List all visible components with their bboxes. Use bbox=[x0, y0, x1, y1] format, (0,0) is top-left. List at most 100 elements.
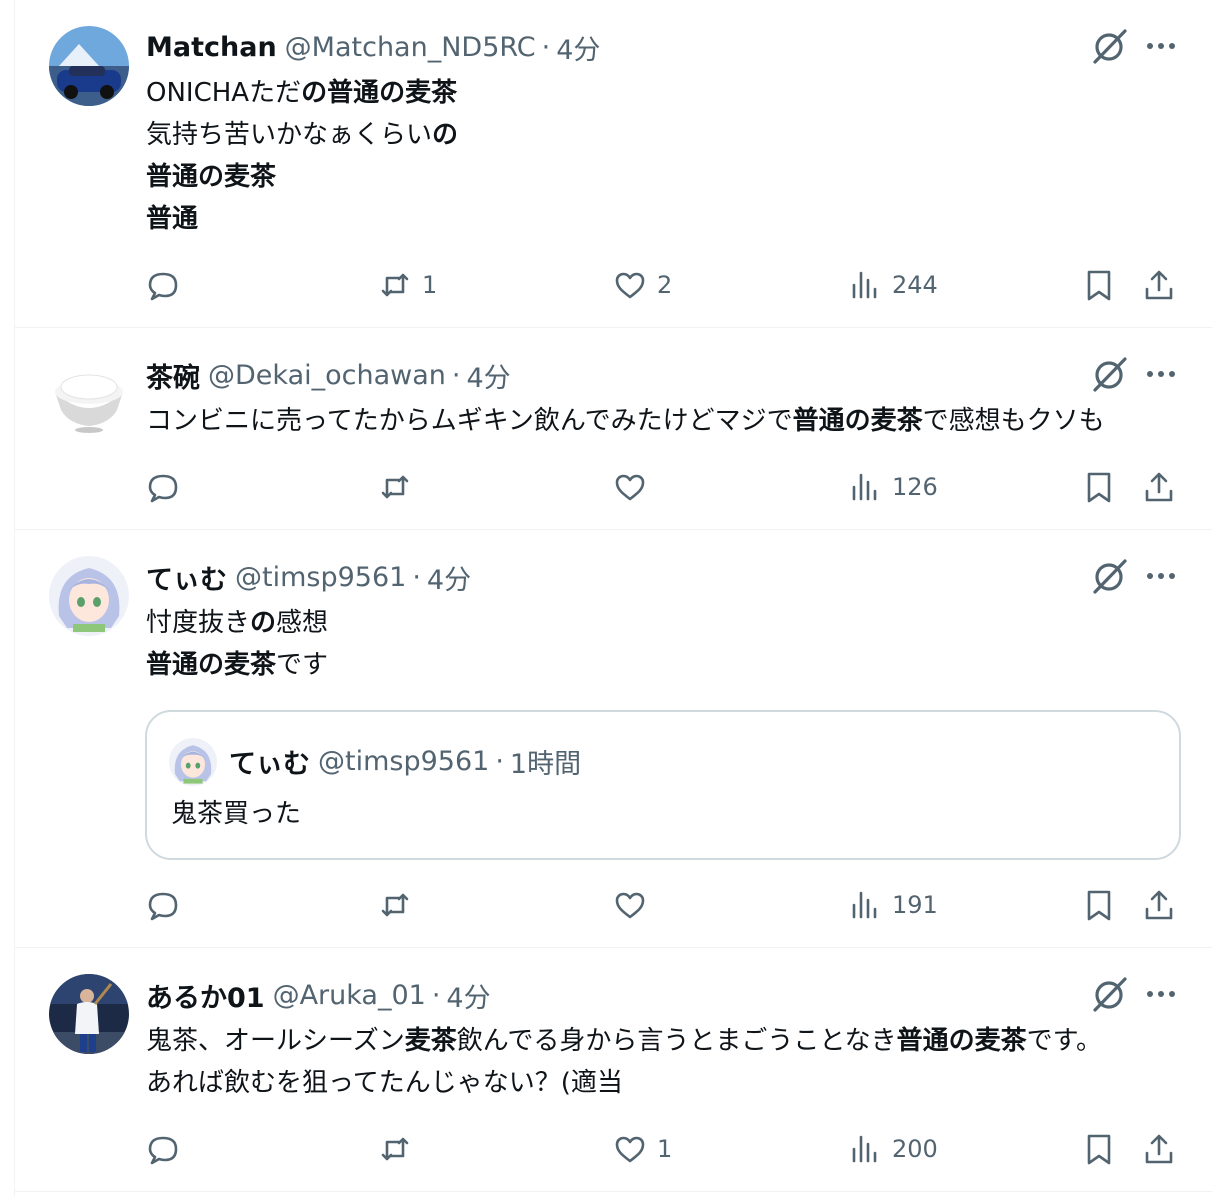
reply-button[interactable] bbox=[146, 1129, 180, 1169]
like-button[interactable]: 1 bbox=[613, 1129, 672, 1169]
tweet[interactable]: 茶碗 @Dekai_ochawan · 4分 コンビニに売ってたからムギキン飲ん… bbox=[15, 328, 1212, 530]
views-button[interactable]: 126 bbox=[848, 467, 938, 507]
separator-dot: · bbox=[541, 31, 551, 63]
share-button[interactable] bbox=[1142, 265, 1176, 305]
timestamp: 1時間 bbox=[509, 748, 582, 780]
share-icon bbox=[1145, 1134, 1173, 1164]
timestamp[interactable]: 4分 bbox=[427, 558, 471, 597]
share-icon bbox=[1145, 472, 1173, 502]
user-handle[interactable]: @Aruka_01 bbox=[273, 980, 426, 1011]
bookmark-icon bbox=[1087, 1134, 1111, 1165]
grok-icon[interactable] bbox=[1089, 556, 1129, 596]
avatar[interactable] bbox=[49, 974, 129, 1054]
user-handle[interactable]: @Dekai_ochawan bbox=[208, 360, 446, 391]
tweet[interactable]: あるか01 @Aruka_01 · 4分 鬼茶、オールシーズン麦茶飲んでる身から… bbox=[15, 948, 1212, 1192]
reply-button[interactable] bbox=[146, 467, 180, 507]
more-icon[interactable] bbox=[1143, 558, 1179, 594]
share-button[interactable] bbox=[1142, 467, 1176, 507]
retweet-button[interactable] bbox=[378, 1129, 412, 1169]
like-button[interactable] bbox=[613, 467, 647, 507]
like-button[interactable]: 2 bbox=[613, 265, 672, 305]
display-name[interactable]: てぃむ bbox=[146, 558, 227, 597]
views-icon bbox=[852, 473, 877, 501]
like-button[interactable] bbox=[613, 885, 647, 925]
bookmark-icon bbox=[1087, 270, 1111, 301]
bookmark-button[interactable] bbox=[1082, 265, 1116, 305]
display-name[interactable]: Matchan bbox=[146, 32, 277, 63]
bookmark-icon bbox=[1087, 472, 1111, 503]
display-name: てぃむ bbox=[229, 748, 310, 780]
tweet-line: 気持ち苦いかなぁくらいの bbox=[146, 120, 459, 150]
timeline-feed: Matchan @Matchan_ND5RC · 4分 ONICHAただの普通の… bbox=[14, 0, 1212, 1196]
heart-icon bbox=[615, 272, 645, 299]
display-name[interactable]: あるか01 bbox=[146, 976, 265, 1015]
avatar[interactable] bbox=[49, 26, 129, 106]
quoted-tweet[interactable]: てぃむ @timsp9561 · 1時間 鬼茶買った bbox=[145, 710, 1181, 860]
avatar[interactable] bbox=[49, 354, 129, 434]
tweet-header: Matchan @Matchan_ND5RC · 4分 bbox=[146, 28, 600, 67]
bookmark-button[interactable] bbox=[1082, 467, 1116, 507]
grok-icon[interactable] bbox=[1089, 974, 1129, 1014]
more-icon[interactable] bbox=[1143, 976, 1179, 1012]
timestamp[interactable]: 4分 bbox=[466, 356, 510, 395]
reply-icon bbox=[148, 474, 178, 503]
tweet-line: 普通の麦茶 bbox=[146, 162, 277, 192]
tweet-line: コンビニに売ってたからムギキン飲んでみたけどマジで普通の麦茶で感想もクソも bbox=[146, 406, 1105, 436]
more-icon[interactable] bbox=[1143, 28, 1179, 64]
tweet[interactable]: Matchan @Matchan_ND5RC · 4分 ONICHAただの普通の… bbox=[15, 0, 1212, 328]
retweet-icon bbox=[381, 273, 409, 297]
tweet-text: コンビニに売ってたからムギキン飲んでみたけどマジで普通の麦茶で感想もクソも bbox=[146, 400, 1105, 442]
grok-icon[interactable] bbox=[1089, 26, 1129, 66]
tweet-line: あれば飲むを狙ってたんじゃない？(適当 bbox=[146, 1068, 623, 1098]
heart-icon bbox=[615, 892, 645, 919]
views-button[interactable]: 244 bbox=[848, 265, 938, 305]
tweet-text: 鬼茶、オールシーズン麦茶飲んでる身から言うとまごうことなき普通の麦茶です。 あれ… bbox=[146, 1020, 1102, 1104]
timestamp[interactable]: 4分 bbox=[446, 976, 490, 1015]
tweet-header: 茶碗 @Dekai_ochawan · 4分 bbox=[146, 356, 511, 395]
tweet-header: てぃむ @timsp9561 · 4分 bbox=[146, 558, 471, 597]
bookmark-icon bbox=[1087, 890, 1111, 921]
reply-button[interactable] bbox=[146, 885, 180, 925]
bookmark-button[interactable] bbox=[1082, 885, 1116, 925]
reply-icon bbox=[148, 892, 178, 921]
avatar[interactable] bbox=[169, 738, 217, 786]
user-handle[interactable]: @timsp9561 bbox=[235, 562, 406, 593]
views-button[interactable]: 200 bbox=[848, 1129, 938, 1169]
bookmark-button[interactable] bbox=[1082, 1129, 1116, 1169]
user-handle[interactable]: @Matchan_ND5RC bbox=[285, 32, 536, 63]
views-button[interactable]: 191 bbox=[848, 885, 938, 925]
retweet-icon bbox=[381, 893, 409, 917]
grok-icon[interactable] bbox=[1089, 354, 1129, 394]
action-bar: 191 bbox=[146, 885, 1186, 925]
view-count: 191 bbox=[892, 891, 938, 919]
tweet-text: ONICHAただの普通の麦茶 気持ち苦いかなぁくらいの 普通の麦茶 普通 bbox=[146, 72, 458, 240]
share-button[interactable] bbox=[1142, 885, 1176, 925]
retweet-count: 1 bbox=[422, 271, 438, 299]
quoted-tweet-text: 鬼茶買った bbox=[171, 799, 302, 829]
retweet-button[interactable] bbox=[378, 467, 412, 507]
tweet-line: 忖度抜きの感想 bbox=[146, 608, 329, 638]
share-button[interactable] bbox=[1142, 1129, 1176, 1169]
display-name[interactable]: 茶碗 bbox=[146, 356, 200, 395]
tweet-line: ONICHAただの普通の麦茶 bbox=[146, 78, 458, 108]
avatar[interactable] bbox=[49, 556, 129, 636]
action-bar: 1 2 244 bbox=[146, 265, 1186, 305]
more-icon[interactable] bbox=[1143, 356, 1179, 392]
separator-dot: · bbox=[495, 745, 504, 777]
reply-button[interactable] bbox=[146, 265, 180, 305]
tweet-header: あるか01 @Aruka_01 · 4分 bbox=[146, 976, 491, 1015]
timestamp[interactable]: 4分 bbox=[556, 28, 600, 67]
view-count: 200 bbox=[892, 1135, 938, 1163]
retweet-button[interactable]: 1 bbox=[378, 265, 437, 305]
action-bar: 126 bbox=[146, 467, 1186, 507]
tweet[interactable]: てぃむ @timsp9561 · 4分 忖度抜きの感想 普通の麦茶です てぃむ … bbox=[15, 530, 1212, 948]
like-count: 2 bbox=[657, 271, 673, 299]
separator-dot: · bbox=[451, 359, 461, 391]
reply-icon bbox=[148, 1136, 178, 1165]
retweet-button[interactable] bbox=[378, 885, 412, 925]
share-icon bbox=[1145, 270, 1173, 300]
heart-icon bbox=[615, 1136, 645, 1163]
retweet-icon bbox=[381, 1137, 409, 1161]
heart-icon bbox=[615, 474, 645, 501]
user-handle: @timsp9561 bbox=[318, 745, 490, 777]
